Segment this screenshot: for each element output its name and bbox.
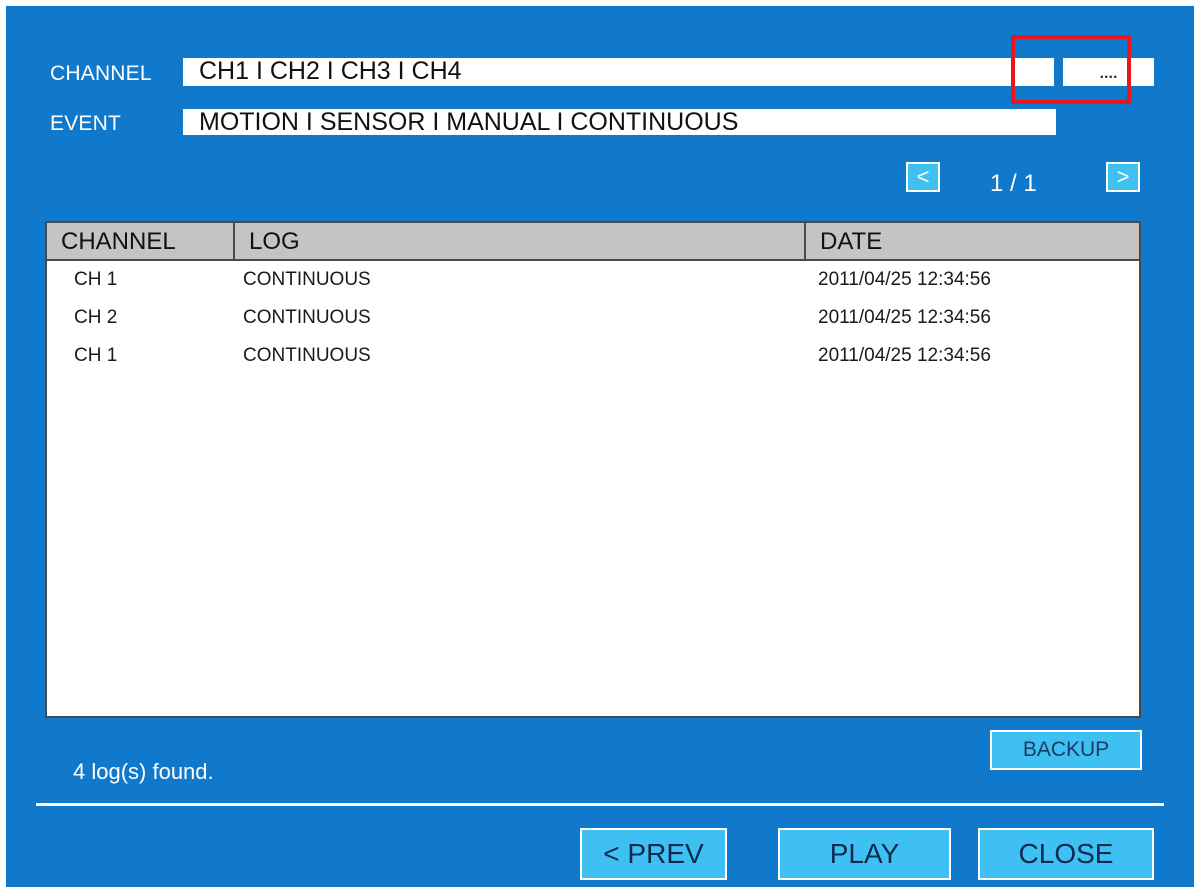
- row-channel: CH 1: [74, 269, 118, 290]
- table-header: CHANNEL LOG DATE: [47, 223, 1139, 261]
- row-date: 2011/04/25 12:34:56: [818, 269, 991, 290]
- row-channel: CH 1: [74, 345, 118, 366]
- page-prev-button[interactable]: <: [906, 162, 940, 192]
- highlight-box: [1011, 35, 1131, 104]
- row-log: CONTINUOUS: [243, 269, 371, 290]
- chevron-right-icon: >: [1116, 164, 1130, 189]
- close-button[interactable]: CLOSE: [978, 828, 1154, 880]
- divider: [36, 803, 1164, 806]
- channel-field[interactable]: CH1 I CH2 I CH3 I CH4: [183, 58, 1054, 86]
- prev-button[interactable]: < PREV: [580, 828, 727, 880]
- page-next-button[interactable]: >: [1106, 162, 1140, 192]
- backup-button[interactable]: BACKUP: [990, 730, 1142, 770]
- row-log: CONTINUOUS: [243, 307, 371, 328]
- row-date: 2011/04/25 12:34:56: [818, 307, 991, 328]
- log-count-status: 4 log(s) found.: [73, 759, 214, 784]
- channel-label: CHANNEL: [50, 62, 152, 85]
- row-channel: CH 2: [74, 307, 118, 328]
- page-indicator: 1 / 1: [990, 170, 1037, 197]
- table-row[interactable]: CH 1 CONTINUOUS 2011/04/25 12:34:56: [47, 261, 1139, 299]
- row-log: CONTINUOUS: [243, 345, 371, 366]
- log-table: CHANNEL LOG DATE CH 1 CONTINUOUS 2011/04…: [45, 221, 1141, 718]
- table-row[interactable]: CH 2 CONTINUOUS 2011/04/25 12:34:56: [47, 299, 1139, 337]
- column-header-log: LOG: [233, 223, 803, 259]
- table-row[interactable]: CH 1 CONTINUOUS 2011/04/25 12:34:56: [47, 337, 1139, 375]
- event-field[interactable]: MOTION I SENSOR I MANUAL I CONTINUOUS: [183, 109, 1056, 135]
- column-header-channel: CHANNEL: [61, 228, 176, 255]
- chevron-left-icon: <: [916, 164, 930, 189]
- play-button[interactable]: PLAY: [778, 828, 951, 880]
- event-label: EVENT: [50, 112, 122, 135]
- column-header-date: DATE: [804, 223, 1139, 259]
- row-date: 2011/04/25 12:34:56: [818, 345, 991, 366]
